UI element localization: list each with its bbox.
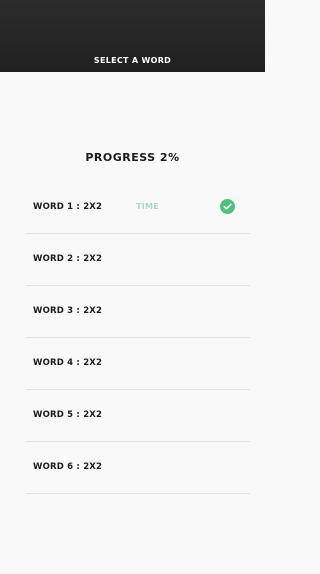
progress-label: PROGRESS 2% xyxy=(85,151,180,164)
word-item-5[interactable]: WORD 5 : 2X2 xyxy=(26,390,250,442)
word-item-2[interactable]: WORD 2 : 2X2 xyxy=(26,234,250,286)
word-label: WORD 4 : 2X2 xyxy=(33,358,103,368)
word-item-4[interactable]: WORD 4 : 2X2 xyxy=(26,338,250,390)
word-list: WORD 1 : 2X2 TIME WORD 2 : 2X2 WORD 3 : … xyxy=(0,182,265,494)
top-bar: SELECT A WORD xyxy=(0,0,265,72)
word-label: WORD 5 : 2X2 xyxy=(33,410,103,420)
word-label: WORD 6 : 2X2 xyxy=(33,462,103,472)
check-circle-icon xyxy=(220,199,235,214)
screen-title: SELECT A WORD xyxy=(93,56,172,65)
word-item-1[interactable]: WORD 1 : 2X2 TIME xyxy=(26,182,250,234)
word-label: WORD 1 : 2X2 xyxy=(33,202,103,212)
word-label: WORD 2 : 2X2 xyxy=(33,254,103,264)
word-label: WORD 3 : 2X2 xyxy=(33,306,103,316)
word-time: TIME xyxy=(136,202,160,211)
word-item-3[interactable]: WORD 3 : 2X2 xyxy=(26,286,250,338)
word-item-6[interactable]: WORD 6 : 2X2 xyxy=(26,442,250,494)
